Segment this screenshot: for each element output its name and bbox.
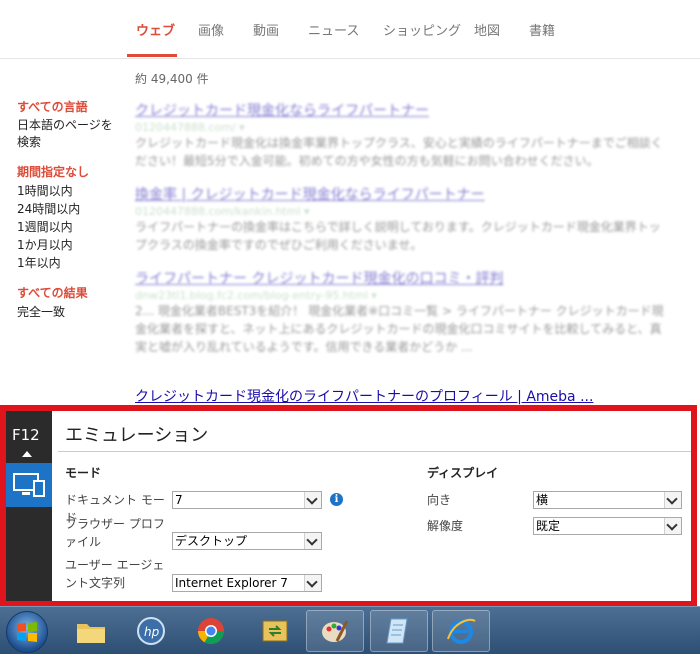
resolution-value: 既定 bbox=[536, 519, 561, 533]
f12-label[interactable]: F12 bbox=[12, 426, 40, 444]
browser-profile-value: デスクトップ bbox=[175, 534, 248, 548]
language-filter: すべての言語 日本語のページを検索 bbox=[17, 98, 127, 151]
chevron-down-icon bbox=[664, 518, 681, 534]
filter-past-hour[interactable]: 1時間以内 bbox=[17, 182, 127, 200]
result-url: dnw23tl1.blog.fc2.com/blog-entry-95.html… bbox=[135, 289, 377, 302]
orientation-label: 向き bbox=[427, 493, 452, 507]
f12-tool-bar: F12 bbox=[6, 411, 52, 601]
file-explorer-icon[interactable] bbox=[62, 610, 120, 652]
start-orb-icon[interactable] bbox=[6, 611, 48, 653]
orientation-value: 横 bbox=[536, 493, 549, 507]
filter-past-week[interactable]: 1週間以内 bbox=[17, 218, 127, 236]
chevron-down-icon bbox=[664, 492, 681, 508]
emulation-devices-icon bbox=[13, 473, 45, 497]
notepad-icon[interactable] bbox=[370, 610, 428, 652]
results-filter: すべての結果 完全一致 bbox=[17, 284, 127, 321]
filter-past-24-hours[interactable]: 24時間以内 bbox=[17, 200, 127, 218]
resolution-label: 解像度 bbox=[427, 519, 464, 533]
tab-images[interactable]: 画像 bbox=[198, 20, 224, 39]
result-item: 換金率 | クレジットカード現金化ならライフパートナー 0120447888.c… bbox=[135, 184, 665, 254]
result-snippet: 2... 現金化業者BEST3を紹介！ 現金化業者※口コミ一覧 > ライフパート… bbox=[135, 304, 664, 354]
result-title-link[interactable]: クレジットカード現金化のライフパートナーのプロフィール | Ameba ... bbox=[135, 386, 593, 406]
document-mode-value: 7 bbox=[175, 493, 183, 507]
chevron-down-icon bbox=[304, 492, 321, 508]
result-title-link[interactable]: クレジットカード現金化ならライフパートナー bbox=[135, 100, 665, 120]
filter-japanese-pages[interactable]: 日本語のページを検索 bbox=[17, 117, 117, 151]
panel-title: エミュレーション bbox=[65, 425, 209, 446]
emulation-tool-tab[interactable] bbox=[6, 463, 52, 507]
resolution-select[interactable]: 既定 bbox=[533, 517, 682, 535]
language-filter-heading[interactable]: すべての言語 bbox=[17, 98, 127, 115]
hp-icon[interactable]: hp bbox=[122, 610, 180, 652]
user-agent-label: ユーザー エージェント文字列 bbox=[65, 558, 165, 590]
windows-logo-icon bbox=[17, 622, 37, 642]
filter-verbatim[interactable]: 完全一致 bbox=[17, 303, 127, 321]
mode-heading: モード bbox=[65, 466, 102, 480]
browser-profile-select[interactable]: デスクトップ bbox=[172, 532, 322, 550]
document-mode-select[interactable]: 7 bbox=[172, 491, 322, 509]
display-heading: ディスプレイ bbox=[427, 466, 499, 480]
filter-past-year[interactable]: 1年以内 bbox=[17, 254, 127, 272]
chevron-down-icon bbox=[304, 533, 321, 549]
user-agent-select[interactable]: Internet Explorer 7 bbox=[172, 574, 322, 592]
svg-text:hp: hp bbox=[144, 625, 160, 639]
search-tabs: ウェブ 画像 動画 ニュース ショッピング 地図 書籍 bbox=[0, 0, 700, 59]
f12-developer-tools: F12 エミュレーション モード ドキュメント モード 7 i ブラウザー プロ… bbox=[0, 405, 697, 607]
tab-news[interactable]: ニュース bbox=[308, 20, 359, 39]
period-filter-heading[interactable]: 期間指定なし bbox=[17, 163, 127, 180]
user-agent-value: Internet Explorer 7 bbox=[175, 576, 288, 590]
results-filter-heading[interactable]: すべての結果 bbox=[17, 284, 127, 301]
orientation-select[interactable]: 横 bbox=[533, 491, 682, 509]
info-icon[interactable]: i bbox=[330, 493, 343, 506]
browser-profile-label: ブラウザー プロファイル bbox=[65, 517, 165, 549]
chrome-icon[interactable] bbox=[182, 610, 240, 652]
result-item: クレジットカード現金化ならライフパートナー 0120447888.com/ ▾ … bbox=[135, 100, 665, 170]
windows-taskbar: hp bbox=[0, 606, 700, 654]
collapse-arrow-icon[interactable] bbox=[22, 451, 32, 457]
result-url: 0120447888.com/ ▾ bbox=[135, 121, 245, 134]
search-tools-sidebar: すべての言語 日本語のページを検索 期間指定なし 1時間以内 24時間以内 1週… bbox=[17, 98, 127, 333]
active-tab-indicator bbox=[127, 54, 177, 57]
period-filter: 期間指定なし 1時間以内 24時間以内 1週間以内 1か月以内 1年以内 bbox=[17, 163, 127, 272]
result-snippet: ライフパートナーの換金率はこちらで詳しく説明しております。クレジットカード現金化… bbox=[135, 220, 661, 252]
sync-folder-icon[interactable] bbox=[246, 610, 304, 652]
internet-explorer-icon[interactable] bbox=[432, 610, 490, 652]
tab-books[interactable]: 書籍 bbox=[529, 20, 555, 39]
tab-shopping[interactable]: ショッピング bbox=[383, 20, 461, 39]
search-results: クレジットカード現金化ならライフパートナー 0120447888.com/ ▾ … bbox=[135, 100, 665, 370]
emulation-panel: エミュレーション モード ドキュメント モード 7 i ブラウザー プロファイル… bbox=[52, 411, 691, 601]
result-url: 0120447888.com/kankin.html ▾ bbox=[135, 205, 310, 218]
result-title-link[interactable]: 換金率 | クレジットカード現金化ならライフパートナー bbox=[135, 184, 665, 204]
result-snippet: クレジットカード現金化は換金率業界トップクラス、安心と実績のライフパートナーまで… bbox=[135, 136, 663, 168]
result-item: ライフパートナー クレジットカード現金化の口コミ・評判 dnw23tl1.blo… bbox=[135, 268, 665, 356]
paint-icon[interactable] bbox=[306, 610, 364, 652]
filter-past-month[interactable]: 1か月以内 bbox=[17, 236, 127, 254]
tab-maps[interactable]: 地図 bbox=[474, 20, 500, 39]
divider bbox=[58, 451, 691, 452]
tab-web[interactable]: ウェブ bbox=[136, 20, 175, 39]
chevron-down-icon bbox=[304, 575, 321, 591]
result-count: 約 49,400 件 bbox=[135, 72, 209, 86]
result-title-link[interactable]: ライフパートナー クレジットカード現金化の口コミ・評判 bbox=[135, 268, 665, 288]
tab-videos[interactable]: 動画 bbox=[253, 20, 279, 39]
